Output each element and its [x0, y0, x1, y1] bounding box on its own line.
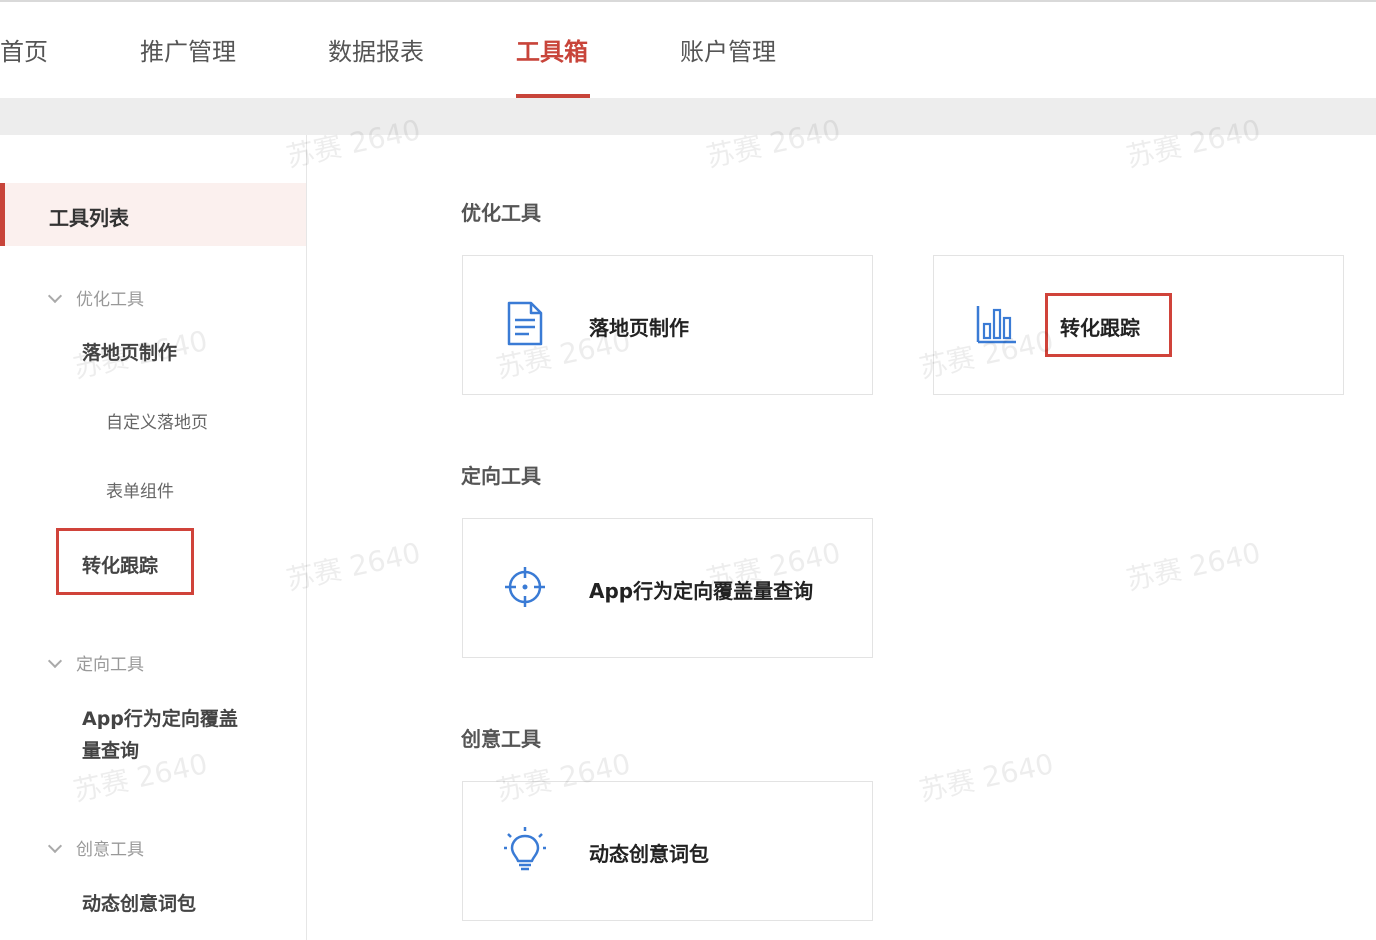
tab-toolbox[interactable]: 工具箱 [516, 32, 588, 67]
tab-promotion-management[interactable]: 推广管理 [140, 32, 236, 67]
card-app-targeting[interactable]: App行为定向覆盖量查询 [462, 518, 873, 658]
section-title-optimization: 优化工具 [461, 201, 541, 225]
lightbulb-icon [504, 827, 546, 871]
chevron-down-icon [47, 838, 63, 854]
sidebar-group-targeting[interactable]: 定向工具 [47, 650, 144, 675]
sidebar-highlight-box [56, 528, 194, 595]
card-landing-page[interactable]: 落地页制作 [462, 255, 873, 395]
card-highlight-box [1045, 293, 1172, 357]
sidebar-item-dynamic-words[interactable]: 动态创意词包 [82, 889, 196, 916]
sidebar-tool-list[interactable]: 工具列表 [0, 183, 306, 246]
main-content: 优化工具 落地页制作 转化跟踪 定向工具 App行为定向覆盖量查询 创意工具 动… [307, 135, 1376, 940]
sidebar: 工具列表 优化工具 落地页制作 自定义落地页 表单组件 转化跟踪 定向工具 Ap… [0, 135, 307, 940]
header-divider-bar [0, 98, 1376, 135]
chevron-down-icon [47, 288, 63, 304]
tab-account-management[interactable]: 账户管理 [680, 32, 776, 67]
sidebar-group-label: 定向工具 [76, 655, 144, 675]
sidebar-item-form-component[interactable]: 表单组件 [106, 477, 174, 502]
section-title-targeting: 定向工具 [461, 464, 541, 488]
card-dynamic-words[interactable]: 动态创意词包 [462, 781, 873, 921]
chevron-down-icon [47, 653, 63, 669]
sidebar-tool-list-label: 工具列表 [49, 206, 129, 230]
sidebar-item-landing-page[interactable]: 落地页制作 [82, 338, 177, 365]
sidebar-group-optimization[interactable]: 优化工具 [47, 285, 144, 310]
card-conversion-tracking[interactable]: 转化跟踪 [933, 255, 1344, 395]
bar-chart-icon [976, 306, 1016, 344]
top-navigation: 首页 推广管理 数据报表 工具箱 账户管理 [0, 0, 1376, 99]
sidebar-item-label-line1: App行为定向覆盖 [82, 708, 238, 730]
tab-data-reports[interactable]: 数据报表 [328, 32, 424, 67]
tab-home[interactable]: 首页 [0, 32, 48, 67]
sidebar-item-label-line2: 量查询 [82, 740, 140, 762]
sidebar-item-custom-landing[interactable]: 自定义落地页 [106, 408, 208, 433]
sidebar-item-app-targeting[interactable]: App行为定向覆盖 量查询 [82, 703, 238, 767]
sidebar-group-label: 创意工具 [76, 840, 144, 860]
crosshair-icon [505, 567, 545, 607]
sidebar-group-label: 优化工具 [76, 290, 144, 310]
sidebar-group-creative[interactable]: 创意工具 [47, 835, 144, 860]
card-label: 动态创意词包 [589, 842, 709, 866]
card-label: App行为定向覆盖量查询 [589, 579, 814, 603]
section-title-creative: 创意工具 [461, 727, 541, 751]
document-icon [507, 301, 543, 346]
card-label: 落地页制作 [589, 316, 689, 340]
